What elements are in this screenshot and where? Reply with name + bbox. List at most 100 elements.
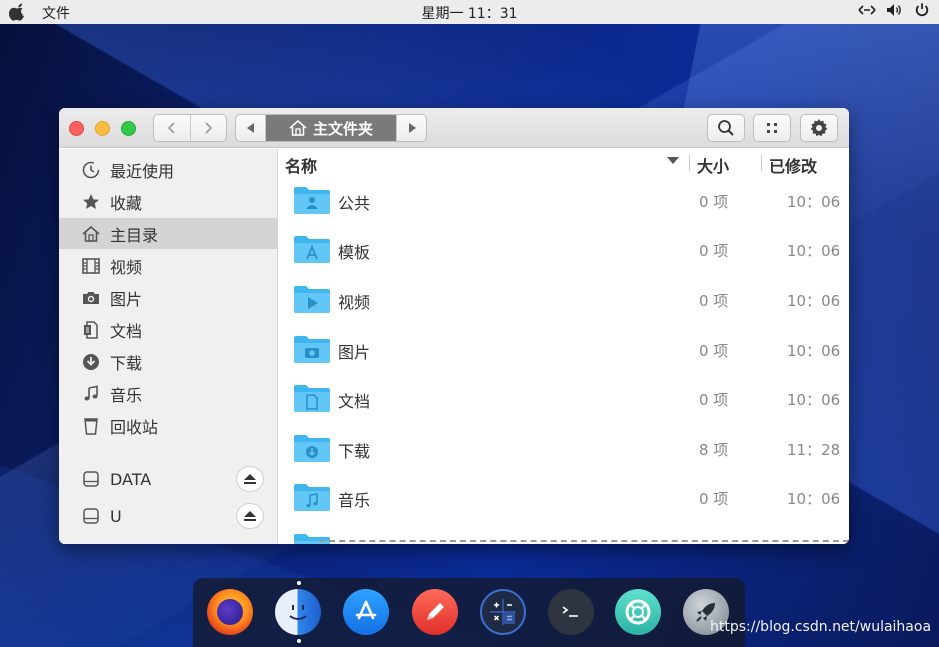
downloads-folder-icon (294, 435, 330, 462)
sidebar-item-favorites[interactable]: 收藏 (59, 186, 278, 217)
sidebar-item-videos[interactable]: 视频 (59, 250, 278, 281)
file-size: 0 项 (699, 490, 729, 508)
file-size: 8 项 (699, 441, 729, 459)
lifebuoy-icon (625, 599, 651, 625)
sidebar-item-home[interactable]: 主目录 (59, 218, 278, 249)
maximize-window-button[interactable] (121, 121, 136, 136)
drive-icon (81, 469, 101, 489)
terminal-icon[interactable] (548, 589, 594, 635)
file-row[interactable]: 模板 0 项 10：06 (279, 226, 849, 275)
clock[interactable]: 星期一 11：31 (0, 3, 939, 23)
file-list: 名称 大小 已修改 公共 0 项 10：06 模板 0 项 10：06 视频 0… (279, 149, 849, 544)
grid-view-icon (767, 123, 777, 133)
sidebar-device-u[interactable]: U (59, 500, 278, 532)
sidebar-item-label: 视频 (110, 257, 143, 277)
app-menu-name[interactable]: 文件 (42, 3, 70, 23)
film-icon (81, 256, 101, 276)
sidebar-item-label: 图片 (110, 289, 143, 309)
sidebar-item-downloads[interactable]: 下载 (59, 346, 278, 377)
calculator-symbols-icon (490, 599, 516, 625)
column-header: 名称 大小 已修改 (279, 149, 849, 177)
file-row[interactable]: 视频 0 项 10：06 (279, 276, 849, 325)
eject-data-button[interactable] (236, 466, 264, 492)
sidebar-item-label: 收藏 (110, 193, 143, 213)
column-modified-header[interactable]: 已修改 (769, 153, 817, 177)
home-icon (289, 120, 307, 136)
star-icon (81, 192, 101, 212)
file-row[interactable]: 图片 0 项 10：06 (279, 326, 849, 375)
templates-folder-icon (294, 236, 330, 263)
minimize-window-button[interactable] (95, 121, 110, 136)
clock-icon (81, 160, 101, 180)
drop-indicator-line (319, 540, 849, 542)
power-icon[interactable] (913, 2, 931, 18)
firefox-globe-icon (217, 599, 243, 625)
app-store-icon[interactable] (343, 589, 389, 635)
running-indicator (297, 581, 301, 585)
path-segment-label: 主文件夹 (312, 119, 373, 138)
window-titlebar[interactable]: 主文件夹 (59, 108, 849, 148)
file-row[interactable]: 音乐 0 项 10：06 (279, 474, 849, 523)
firefox-icon[interactable] (207, 589, 253, 635)
file-modified: 10：06 (787, 391, 841, 409)
download-icon (81, 352, 101, 372)
file-modified: 11：28 (787, 441, 841, 459)
sidebar-item-pictures[interactable]: 图片 (59, 282, 278, 313)
file-row[interactable]: 公共 0 项 10：06 (279, 177, 849, 226)
search-icon (718, 120, 734, 136)
search-button[interactable] (707, 114, 745, 142)
apple-logo-icon[interactable] (9, 3, 27, 21)
file-row[interactable]: 下载 8 项 11：28 (279, 425, 849, 474)
calculator-icon[interactable] (480, 589, 526, 635)
watermark-text: https://blog.csdn.net/wulaihaoa (710, 619, 932, 635)
sidebar-device-data[interactable]: DATA (59, 463, 278, 495)
dock (193, 578, 745, 647)
finder-icon[interactable] (275, 589, 321, 635)
chevron-left-icon (167, 122, 175, 134)
camera-icon (81, 288, 101, 308)
forward-button[interactable] (189, 115, 227, 141)
sidebar-device-label: U (110, 506, 122, 526)
sidebar-item-label: 回收站 (110, 417, 159, 437)
column-divider[interactable] (689, 155, 690, 171)
help-icon[interactable] (615, 589, 661, 635)
chevron-right-icon (205, 122, 213, 134)
finder-face-icon (289, 605, 307, 620)
music-icon (81, 384, 101, 404)
path-scroll-left-button[interactable] (236, 115, 266, 141)
folder-icon (294, 534, 330, 544)
drive-icon (81, 506, 101, 526)
view-mode-button[interactable] (753, 114, 791, 142)
sidebar-item-trash[interactable]: 回收站 (59, 410, 278, 441)
file-name: 音乐 (338, 491, 371, 510)
column-divider[interactable] (761, 155, 762, 171)
triangle-left-icon (246, 123, 254, 133)
sidebar: 最近使用 收藏 主目录 视频 图片 文档 下载 音乐 回收站 DATA U (59, 149, 278, 544)
sort-descending-icon[interactable] (667, 157, 679, 164)
file-modified: 10：06 (787, 490, 841, 508)
volume-icon[interactable] (885, 2, 905, 18)
triangle-right-icon (408, 123, 416, 133)
terminal-prompt-icon (562, 606, 578, 617)
path-segment-home[interactable]: 主文件夹 (266, 115, 396, 141)
sidebar-item-recent[interactable]: 最近使用 (59, 154, 278, 185)
pictures-folder-icon (294, 336, 330, 363)
sidebar-item-label: 下载 (110, 353, 143, 373)
column-name-header[interactable]: 名称 (285, 153, 317, 177)
file-row[interactable]: 文档 0 项 10：06 (279, 375, 849, 424)
close-window-button[interactable] (69, 121, 84, 136)
file-size: 0 项 (699, 242, 729, 260)
file-name: 模板 (338, 243, 371, 262)
network-icon[interactable] (857, 2, 877, 18)
system-tray (857, 2, 931, 18)
eject-u-button[interactable] (236, 503, 264, 529)
sidebar-item-music[interactable]: 音乐 (59, 378, 278, 409)
column-size-header[interactable]: 大小 (697, 153, 729, 177)
path-scroll-right-button[interactable] (396, 115, 426, 141)
sidebar-item-label: 音乐 (110, 385, 143, 405)
back-button[interactable] (154, 115, 190, 141)
sidebar-item-documents[interactable]: 文档 (59, 314, 278, 345)
text-editor-icon[interactable] (412, 589, 458, 635)
settings-button[interactable] (800, 114, 838, 142)
file-modified: 10：06 (787, 242, 841, 260)
